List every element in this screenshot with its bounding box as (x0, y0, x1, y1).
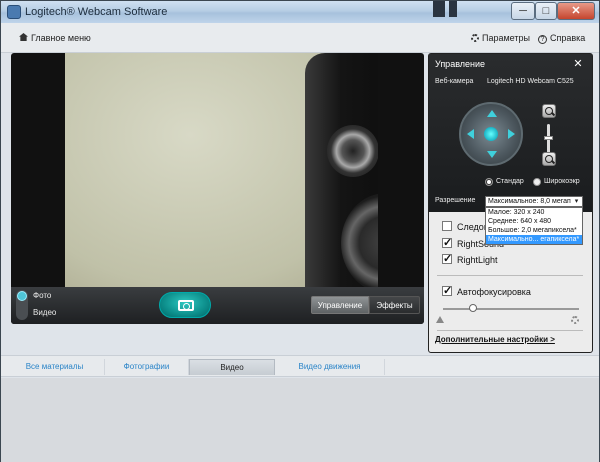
mode-toggle[interactable] (16, 290, 28, 320)
pan-right-icon[interactable] (508, 129, 515, 139)
webcam-label: Веб-камера (435, 78, 474, 85)
resolution-option-selected[interactable]: Максимально... егапиксела* (486, 235, 582, 244)
camera-icon (178, 300, 194, 311)
pan-up-icon[interactable] (487, 110, 497, 117)
pan-tilt-pad[interactable] (459, 102, 523, 166)
follow-checkbox[interactable] (442, 221, 452, 231)
effects-tab-button[interactable]: Эффекты (369, 296, 420, 314)
resolution-select[interactable]: Максимальное: 8,0 мегап ▾ (485, 196, 583, 207)
mode-video[interactable]: Видео (33, 308, 56, 317)
aspect-standard-label: Стандар (496, 178, 524, 185)
divider (437, 275, 583, 276)
home-menu-label: Главное меню (31, 33, 91, 43)
preview-speaker-tweeter (327, 125, 378, 177)
macro-flower-icon (571, 316, 579, 324)
panel-close-button[interactable]: ✕ (571, 57, 585, 70)
aspect-widescreen-label: Широкоэкр (544, 178, 580, 185)
titlebar-decoration (449, 1, 457, 17)
landscape-icon (436, 316, 444, 323)
webcam-name: Logitech HD Webcam C525 (487, 78, 574, 85)
autofocus-label: Автофокусировка (457, 287, 531, 297)
pan-down-icon[interactable] (487, 151, 497, 158)
gallery-tabs: Все материалы Фотографии Видео Видео дви… (1, 355, 599, 377)
maximize-button[interactable]: □ (535, 2, 557, 20)
aspect-standard-radio[interactable] (485, 178, 493, 186)
zoom-out-icon[interactable] (542, 152, 556, 166)
home-icon (19, 33, 28, 41)
pan-center-button[interactable] (484, 127, 498, 141)
control-panel-header: Управление ✕ Веб-камера Logitech HD Webc… (429, 54, 592, 212)
autofocus-checkbox[interactable] (442, 284, 452, 297)
app-icon (7, 5, 21, 19)
settings-label: Параметры (482, 33, 530, 43)
help-label: Справка (550, 33, 586, 43)
capture-button[interactable] (159, 292, 211, 318)
rightsound-checkbox[interactable] (442, 236, 452, 249)
resolution-option[interactable]: Большое: 2,0 мегапиксела* (486, 226, 582, 235)
title-bar: Logitech® Webcam Software ─ □ ✕ (1, 1, 599, 23)
tab-motion-video[interactable]: Видео движения (275, 359, 385, 375)
gallery-area (1, 378, 599, 462)
settings-button[interactable]: Параметры (471, 33, 530, 43)
tab-all-media[interactable]: Все материалы (5, 359, 105, 375)
menu-bar: Главное меню Параметры ? Справка (1, 23, 599, 53)
minimize-button[interactable]: ─ (511, 2, 535, 20)
help-icon: ? (538, 35, 547, 44)
advanced-settings-link[interactable]: Дополнительные настройки > (435, 335, 555, 344)
tab-video[interactable]: Видео (189, 359, 275, 375)
resolution-value: Максимальное: 8,0 мегап (488, 198, 571, 205)
follow-label: Следов (457, 222, 489, 232)
control-panel: Управление ✕ Веб-камера Logitech HD Webc… (428, 53, 593, 353)
rightlight-checkbox[interactable] (442, 252, 452, 265)
zoom-slider-thumb[interactable] (544, 136, 553, 140)
zoom-in-icon[interactable] (542, 104, 556, 118)
aspect-widescreen-radio[interactable] (533, 178, 541, 186)
focus-slider-thumb[interactable] (469, 304, 477, 312)
resolution-dropdown: Малое: 320 x 240 Среднее: 640 x 480 Боль… (485, 207, 583, 245)
preview-area: Фото Видео Управление Эффекты (11, 53, 424, 324)
resolution-option[interactable]: Среднее: 640 x 480 (486, 217, 582, 226)
mode-photo[interactable]: Фото (33, 291, 51, 300)
webcam-preview (65, 53, 378, 287)
home-menu-button[interactable]: Главное меню (19, 33, 91, 43)
panel-title: Управление (435, 59, 486, 69)
capture-toolbar: Фото Видео Управление Эффекты (11, 287, 424, 324)
window-title: Logitech® Webcam Software (25, 6, 168, 18)
focus-slider[interactable] (443, 304, 579, 312)
app-window: Logitech® Webcam Software ─ □ ✕ Главное … (0, 0, 600, 462)
help-button[interactable]: ? Справка (538, 33, 585, 44)
pan-left-icon[interactable] (467, 129, 474, 139)
titlebar-decoration (433, 1, 445, 17)
gear-icon (471, 34, 479, 42)
tab-photos[interactable]: Фотографии (105, 359, 189, 375)
control-tab-button[interactable]: Управление (311, 296, 369, 314)
mode-toggle-knob (17, 291, 27, 301)
resolution-label: Разрешение (435, 197, 476, 204)
chevron-down-icon: ▾ (574, 198, 579, 205)
divider (437, 330, 583, 331)
resolution-option[interactable]: Малое: 320 x 240 (486, 208, 582, 217)
close-button[interactable]: ✕ (557, 2, 595, 20)
rightlight-label: RightLight (457, 255, 498, 265)
